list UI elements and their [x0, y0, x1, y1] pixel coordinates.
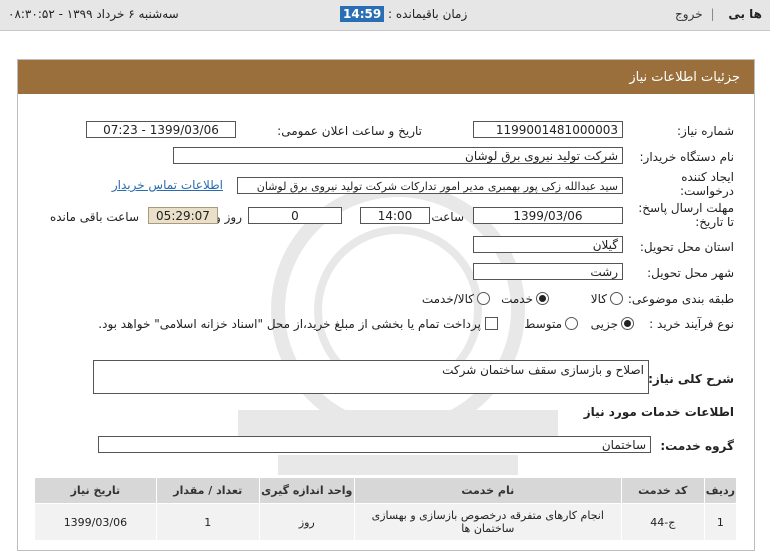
cell-unit: روز — [258, 503, 355, 541]
days-remaining-field: 0 — [248, 207, 342, 224]
category-radio-service[interactable] — [536, 292, 549, 305]
category-option-goods-service: کالا/خدمت — [421, 292, 474, 306]
process-radio-medium[interactable] — [565, 317, 578, 330]
service-group-label: گروه خدمت: — [660, 439, 734, 453]
city-field: رشت — [473, 263, 623, 280]
hours-remaining-field: 05:29:07 — [148, 207, 218, 224]
table-row: 1 ج-44 انجام کارهای متفرقه درخصوص بازساز… — [34, 503, 738, 541]
province-label: استان محل تحویل: — [639, 240, 734, 254]
top-bar: ها بی | خروج زمان باقیمانده : 14:59 سه‌ش… — [0, 0, 770, 31]
column-header-service-name: نام خدمت — [353, 477, 622, 504]
column-header-row-number: ردیف — [703, 477, 738, 504]
deadline-time-label: ساعت — [431, 210, 464, 224]
treasury-payment-note: پرداخت تمام یا بخشی از مبلغ خرید،از محل … — [98, 317, 481, 331]
buyer-field: شرکت تولید نیروی برق لوشان — [173, 147, 623, 164]
need-number-label: شماره نیاز: — [677, 124, 734, 138]
category-radio-goods-service[interactable] — [477, 292, 490, 305]
announce-date-label: تاریخ و ساعت اعلان عمومی: — [277, 124, 422, 138]
exit-link[interactable]: خروج — [675, 7, 703, 21]
hours-remaining-label: ساعت باقی مانده — [49, 210, 139, 224]
separator: | — [710, 7, 715, 21]
treasury-payment-checkbox[interactable] — [485, 317, 498, 330]
buyer-label: نام دستگاه خریدار: — [639, 150, 735, 164]
service-group-field: ساختمان — [98, 436, 651, 453]
city-label: شهر محل تحویل: — [647, 266, 734, 280]
creator-label-line2: درخواست: — [680, 184, 734, 198]
cell-row-number: 1 — [703, 503, 738, 541]
category-radio-goods[interactable] — [610, 292, 623, 305]
deadline-label-line1: مهلت ارسال پاسخ: — [638, 201, 734, 215]
process-label: نوع فرآیند خرید : — [649, 317, 734, 331]
description-label: شرح کلی نیاز: — [648, 372, 734, 386]
services-table: ردیف کد خدمت نام خدمت واحد اندازه گیری ت… — [34, 477, 738, 541]
category-option-service: خدمت — [501, 292, 533, 306]
cell-quantity: 1 — [155, 503, 260, 541]
cell-service-code: ج-44 — [620, 503, 705, 541]
panel-title: جزئیات اطلاعات نیاز — [629, 70, 740, 85]
creator-label-line1: ایجاد کننده — [681, 170, 734, 184]
process-radio-minor[interactable] — [621, 317, 634, 330]
top-bar-right: ها بی | خروج — [675, 7, 762, 21]
description-field: اصلاح و بازسازی سقف ساختمان شرکت — [93, 360, 649, 394]
deadline-label-line2: تا تاریخ: — [695, 215, 734, 229]
category-option-goods: کالا — [590, 292, 607, 306]
process-option-medium: متوسط — [524, 317, 562, 331]
remaining-time-badge: 14:59 — [340, 6, 385, 22]
need-number-field: 1199001481000003 — [473, 121, 623, 138]
days-label: روز و — [215, 210, 242, 224]
column-header-need-date: تاریخ نیاز — [34, 477, 157, 504]
brand-label: ها بی — [728, 7, 762, 21]
cell-need-date: 1399/03/06 — [34, 503, 157, 541]
panel-header: جزئیات اطلاعات نیاز — [18, 60, 754, 94]
remaining-time-label: زمان باقیمانده : — [388, 7, 468, 21]
creator-field: سید عبدالله زکی پور بهمبری مدیر امور تدا… — [237, 177, 623, 194]
deadline-date-field: 1399/03/06 — [473, 207, 623, 224]
cell-service-name: انجام کارهای متفرقه درخصوص بازسازی و بهس… — [353, 503, 622, 541]
announce-date-field: 1399/03/06 - 07:23 — [86, 121, 236, 138]
table-header-row: ردیف کد خدمت نام خدمت واحد اندازه گیری ت… — [34, 477, 738, 504]
column-header-service-code: کد خدمت — [620, 477, 705, 504]
deadline-time-field: 14:00 — [360, 207, 430, 224]
province-field: گیلان — [473, 236, 623, 253]
current-datetime: سه‌شنبه ۶ خرداد ۱۳۹۹ - ۰۸:۳۰:۵۲ — [8, 7, 179, 21]
column-header-quantity: تعداد / مقدار — [155, 477, 260, 504]
buyer-contact-link[interactable]: اطلاعات تماس خریدار — [112, 178, 223, 192]
column-header-unit: واحد اندازه گیری — [258, 477, 355, 504]
remaining-time-block: زمان باقیمانده : 14:59 — [340, 6, 468, 22]
process-option-minor: جزیی — [590, 317, 618, 331]
category-label: طبقه بندی موضوعی: — [627, 292, 734, 306]
services-section-title: اطلاعات خدمات مورد نیاز — [583, 405, 734, 419]
